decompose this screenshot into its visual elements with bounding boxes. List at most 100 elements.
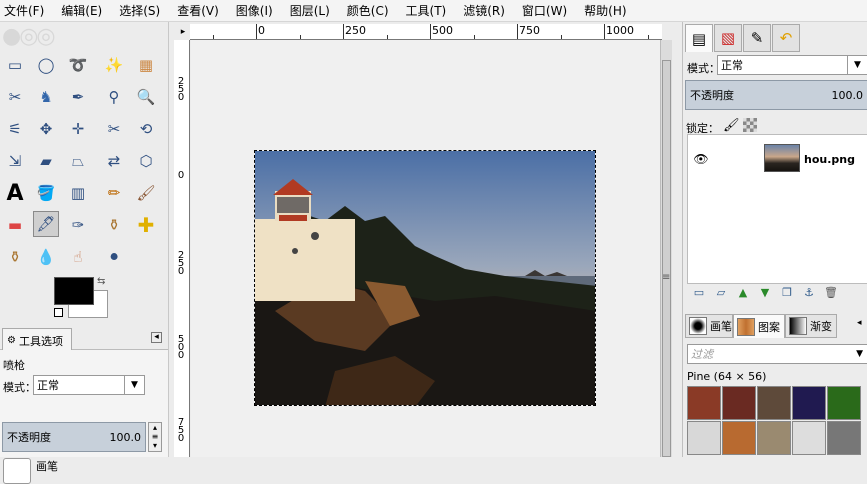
menu-help[interactable]: 帮助(H) xyxy=(584,2,626,19)
new-layer-icon[interactable]: ▭ xyxy=(691,284,707,300)
measure-icon[interactable]: ⚟ xyxy=(2,116,28,142)
delete-layer-icon[interactable]: 🗑 xyxy=(823,284,839,300)
smudge-icon[interactable]: ☝ xyxy=(65,244,91,270)
pattern-swatch[interactable] xyxy=(757,386,791,420)
pattern-swatch[interactable] xyxy=(827,386,861,420)
layer-row[interactable]: 👁 hou.png xyxy=(688,141,867,177)
brush-preview[interactable] xyxy=(3,458,31,484)
menu-layer[interactable]: 图层(L) xyxy=(290,2,330,19)
clone-icon[interactable]: ⚱ xyxy=(101,212,127,238)
layers-list[interactable]: 👁 hou.png xyxy=(687,134,867,284)
lower-layer-icon[interactable]: ▼ xyxy=(757,284,773,300)
paintbrush-icon[interactable]: 🖌 xyxy=(133,180,159,206)
menu-file[interactable]: 文件(F) xyxy=(4,2,44,19)
menu-image[interactable]: 图像(I) xyxy=(236,2,273,19)
tab-tool-options[interactable]: ⚙ 工具选项 xyxy=(2,328,72,352)
menu-windows[interactable]: 窗口(W) xyxy=(522,2,567,19)
tab-undo-history[interactable]: ↶ xyxy=(772,24,800,52)
blend-icon[interactable]: ▥ xyxy=(65,180,91,206)
ink-icon[interactable]: ✑ xyxy=(65,212,91,238)
blur-icon[interactable]: 💧 xyxy=(33,244,59,270)
cage-transform-icon[interactable]: ⬡ xyxy=(133,148,159,174)
heal-icon[interactable]: ✚ xyxy=(133,212,159,238)
layers-opacity-slider[interactable]: 不透明度 100.0 xyxy=(685,80,867,110)
pattern-filter-input[interactable]: 过滤 ▼ xyxy=(687,344,867,364)
scale-icon[interactable]: ⇲ xyxy=(2,148,28,174)
pattern-swatch[interactable] xyxy=(687,421,721,455)
crop-icon[interactable]: ✂ xyxy=(101,116,127,142)
bucket-fill-icon[interactable]: 🪣 xyxy=(33,180,59,206)
pattern-swatch[interactable] xyxy=(722,421,756,455)
move-icon[interactable]: ✥ xyxy=(33,116,59,142)
pattern-swatch[interactable] xyxy=(757,421,791,455)
ellipse-select-icon[interactable]: ◯ xyxy=(33,52,59,78)
tab-gradients[interactable]: 渐变 xyxy=(785,314,837,338)
pattern-swatch[interactable] xyxy=(792,421,826,455)
vertical-ruler[interactable]: 2 5 0 0 2 5 0 5 0 0 7 5 0 xyxy=(174,40,190,457)
menu-view[interactable]: 查看(V) xyxy=(177,2,219,19)
mode-select-value: 正常 xyxy=(37,379,59,392)
tab-paths[interactable]: ✎ xyxy=(743,24,771,52)
pattern-swatch[interactable] xyxy=(792,386,826,420)
default-colors-icon[interactable] xyxy=(54,308,63,317)
filter-placeholder: 过滤 xyxy=(691,348,713,361)
color-picker-icon[interactable]: ⚲ xyxy=(101,84,127,110)
anchor-layer-icon[interactable]: ⚓ xyxy=(801,284,817,300)
tab-channels[interactable]: ▧ xyxy=(714,24,742,52)
tab-menu-icon[interactable]: ◂ xyxy=(151,332,162,343)
opacity-label: 不透明度 xyxy=(7,431,51,444)
menu-filters[interactable]: 滤镜(R) xyxy=(463,2,505,19)
foreground-select-icon[interactable]: ♞ xyxy=(33,84,59,110)
free-select-icon[interactable]: ➰ xyxy=(65,52,91,78)
foreground-color-swatch[interactable] xyxy=(54,277,94,305)
opacity-slider[interactable]: 不透明度 100.0 xyxy=(2,422,146,452)
zoom-icon[interactable]: 🔍 xyxy=(133,84,159,110)
duplicate-layer-icon[interactable]: ❐ xyxy=(779,284,795,300)
layers-mode-select[interactable]: 正常 ▼ xyxy=(717,55,867,75)
paths-icon[interactable]: ✒ xyxy=(65,84,91,110)
pencil-icon[interactable]: ✏ xyxy=(101,180,127,206)
text-tool-icon[interactable]: A xyxy=(2,180,28,206)
new-layer-group-icon[interactable]: ▱ xyxy=(713,284,729,300)
quickmask-corner-icon[interactable]: ▸ xyxy=(176,24,190,40)
lighthouse-image[interactable] xyxy=(254,150,596,406)
image-viewport[interactable] xyxy=(191,40,660,457)
swap-colors-icon[interactable]: ⇆ xyxy=(97,276,105,287)
rotate-icon[interactable]: ⟲ xyxy=(133,116,159,142)
align-icon[interactable]: ✛ xyxy=(65,116,91,142)
tab-brushes[interactable]: 画笔 xyxy=(685,314,733,338)
pattern-grid[interactable] xyxy=(687,386,867,457)
menu-tools[interactable]: 工具(T) xyxy=(406,2,447,19)
pattern-swatch[interactable] xyxy=(827,421,861,455)
by-color-select-icon[interactable]: ▦ xyxy=(133,52,159,78)
scissors-select-icon[interactable]: ✂ xyxy=(2,84,28,110)
shear-icon[interactable]: ▰ xyxy=(33,148,59,174)
airbrush-icon[interactable]: 🖋 xyxy=(33,211,59,237)
rect-select-icon[interactable]: ▭ xyxy=(2,52,28,78)
perspective-clone-icon[interactable]: ⚱ xyxy=(2,244,28,270)
flip-icon[interactable]: ⇄ xyxy=(101,148,127,174)
menu-select[interactable]: 选择(S) xyxy=(119,2,160,19)
menu-colors[interactable]: 颜色(C) xyxy=(347,2,389,19)
opacity-spin[interactable]: ▴ ≡ ▾ xyxy=(148,422,162,452)
layer-name[interactable]: hou.png xyxy=(804,153,855,166)
fuzzy-select-icon[interactable]: ✨ xyxy=(101,52,127,78)
dodge-burn-icon[interactable]: ⚫ xyxy=(101,244,127,270)
lock-alpha-icon[interactable] xyxy=(743,118,757,132)
vertical-scrollbar-thumb[interactable] xyxy=(662,60,671,457)
vertical-scrollbar[interactable] xyxy=(660,40,672,457)
tab-layers[interactable]: ▤ xyxy=(685,24,713,52)
visibility-eye-icon[interactable]: 👁 xyxy=(688,152,714,166)
lock-pixels-icon[interactable]: 🖌 xyxy=(723,118,740,133)
eraser-icon[interactable]: ▬ xyxy=(2,212,28,238)
pattern-swatch[interactable] xyxy=(687,386,721,420)
tab-patterns[interactable]: 图案 xyxy=(733,314,785,338)
perspective-icon[interactable]: ⏢ xyxy=(65,148,91,174)
pattern-swatch[interactable] xyxy=(722,386,756,420)
horizontal-ruler[interactable]: 0 250 500 750 1000 xyxy=(190,24,662,40)
mode-select[interactable]: 正常 ▼ xyxy=(33,375,145,395)
raise-layer-icon[interactable]: ▲ xyxy=(735,284,751,300)
tab-menu-icon[interactable]: ◂ xyxy=(857,318,862,328)
dock-separator-grip[interactable]: ≡ xyxy=(662,272,670,283)
menu-edit[interactable]: 编辑(E) xyxy=(61,2,102,19)
